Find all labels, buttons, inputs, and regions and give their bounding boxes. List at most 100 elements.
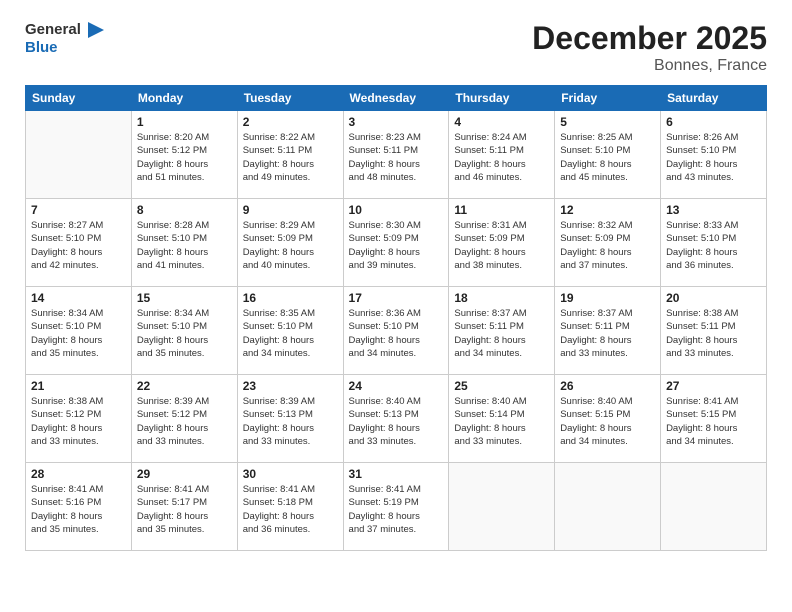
day-info: Sunrise: 8:33 AM Sunset: 5:10 PM Dayligh…: [666, 219, 761, 272]
calendar-cell: 24 Sunrise: 8:40 AM Sunset: 5:13 PM Dayli…: [343, 375, 449, 463]
day-info: Sunrise: 8:39 AM Sunset: 5:12 PM Dayligh…: [137, 395, 232, 448]
page: General Blue General Blue: [0, 0, 792, 612]
day-number: 29: [137, 467, 232, 481]
calendar-cell: 12 Sunrise: 8:32 AM Sunset: 5:09 PM Dayli…: [555, 199, 661, 287]
day-number: 30: [243, 467, 338, 481]
day-info: Sunrise: 8:24 AM Sunset: 5:11 PM Dayligh…: [454, 131, 549, 184]
day-of-week-header: Wednesday: [343, 86, 449, 111]
day-number: 6: [666, 115, 761, 129]
day-number: 13: [666, 203, 761, 217]
day-number: 3: [349, 115, 444, 129]
day-number: 10: [349, 203, 444, 217]
day-of-week-header: Monday: [131, 86, 237, 111]
calendar-cell: 7 Sunrise: 8:27 AM Sunset: 5:10 PM Daylig…: [26, 199, 132, 287]
calendar-week-row: 28 Sunrise: 8:41 AM Sunset: 5:16 PM Dayli…: [26, 463, 767, 551]
calendar-header: SundayMondayTuesdayWednesdayThursdayFrid…: [26, 86, 767, 111]
calendar-cell: [449, 463, 555, 551]
day-of-week-header: Sunday: [26, 86, 132, 111]
day-number: 23: [243, 379, 338, 393]
day-info: Sunrise: 8:31 AM Sunset: 5:09 PM Dayligh…: [454, 219, 549, 272]
day-number: 24: [349, 379, 444, 393]
calendar-cell: 3Sunrise: 8:23 AM Sunset: 5:11 PM Daylig…: [343, 111, 449, 199]
day-info: Sunrise: 8:32 AM Sunset: 5:09 PM Dayligh…: [560, 219, 655, 272]
calendar-cell: 18 Sunrise: 8:37 AM Sunset: 5:11 PM Dayli…: [449, 287, 555, 375]
day-number: 16: [243, 291, 338, 305]
calendar-cell: 27 Sunrise: 8:41 AM Sunset: 5:15 PM Dayli…: [661, 375, 767, 463]
day-info: Sunrise: 8:35 AM Sunset: 5:10 PM Dayligh…: [243, 307, 338, 360]
calendar-cell: 4 Sunrise: 8:24 AM Sunset: 5:11 PM Daylig…: [449, 111, 555, 199]
logo-blue: Blue: [25, 39, 81, 57]
day-info: Sunrise: 8:20 AM Sunset: 5:12 PM Dayligh…: [137, 131, 232, 184]
header: General Blue General Blue: [25, 20, 767, 75]
calendar-cell: 19Sunrise: 8:37 AM Sunset: 5:11 PM Dayli…: [555, 287, 661, 375]
day-info: Sunrise: 8:27 AM Sunset: 5:10 PM Dayligh…: [31, 219, 126, 272]
day-info: Sunrise: 8:38 AM Sunset: 5:12 PM Dayligh…: [31, 395, 126, 448]
day-of-week-header: Tuesday: [237, 86, 343, 111]
day-number: 20: [666, 291, 761, 305]
calendar-cell: 20 Sunrise: 8:38 AM Sunset: 5:11 PM Dayli…: [661, 287, 767, 375]
calendar-week-row: 7 Sunrise: 8:27 AM Sunset: 5:10 PM Daylig…: [26, 199, 767, 287]
day-number: 26: [560, 379, 655, 393]
day-info: Sunrise: 8:28 AM Sunset: 5:10 PM Dayligh…: [137, 219, 232, 272]
calendar-cell: 28 Sunrise: 8:41 AM Sunset: 5:16 PM Dayli…: [26, 463, 132, 551]
calendar-body: 1 Sunrise: 8:20 AM Sunset: 5:12 PM Daylig…: [26, 111, 767, 551]
day-info: Sunrise: 8:37 AM Sunset: 5:11 PM Dayligh…: [454, 307, 549, 360]
day-number: 28: [31, 467, 126, 481]
day-info: Sunrise: 8:41 AM Sunset: 5:18 PM Dayligh…: [243, 483, 338, 536]
calendar-cell: 13 Sunrise: 8:33 AM Sunset: 5:10 PM Dayli…: [661, 199, 767, 287]
header-row: SundayMondayTuesdayWednesdayThursdayFrid…: [26, 86, 767, 111]
calendar-cell: 5 Sunrise: 8:25 AM Sunset: 5:10 PM Daylig…: [555, 111, 661, 199]
day-number: 11: [454, 203, 549, 217]
day-number: 1: [137, 115, 232, 129]
day-number: 18: [454, 291, 549, 305]
day-number: 2: [243, 115, 338, 129]
calendar-cell: 21 Sunrise: 8:38 AM Sunset: 5:12 PM Dayli…: [26, 375, 132, 463]
day-info: Sunrise: 8:26 AM Sunset: 5:10 PM Dayligh…: [666, 131, 761, 184]
calendar-cell: [661, 463, 767, 551]
day-number: 4: [454, 115, 549, 129]
calendar-week-row: 21 Sunrise: 8:38 AM Sunset: 5:12 PM Dayli…: [26, 375, 767, 463]
calendar-cell: 25Sunrise: 8:40 AM Sunset: 5:14 PM Dayli…: [449, 375, 555, 463]
day-number: 17: [349, 291, 444, 305]
day-number: 19: [560, 291, 655, 305]
day-number: 25: [454, 379, 549, 393]
day-number: 22: [137, 379, 232, 393]
day-number: 12: [560, 203, 655, 217]
day-info: Sunrise: 8:41 AM Sunset: 5:16 PM Dayligh…: [31, 483, 126, 536]
calendar-cell: 14Sunrise: 8:34 AM Sunset: 5:10 PM Dayli…: [26, 287, 132, 375]
day-of-week-header: Saturday: [661, 86, 767, 111]
day-number: 31: [349, 467, 444, 481]
calendar-cell: 23 Sunrise: 8:39 AM Sunset: 5:13 PM Dayli…: [237, 375, 343, 463]
day-number: 27: [666, 379, 761, 393]
day-info: Sunrise: 8:30 AM Sunset: 5:09 PM Dayligh…: [349, 219, 444, 272]
logo-general: General: [25, 21, 81, 39]
calendar-cell: 31Sunrise: 8:41 AM Sunset: 5:19 PM Dayli…: [343, 463, 449, 551]
day-info: Sunrise: 8:41 AM Sunset: 5:15 PM Dayligh…: [666, 395, 761, 448]
day-of-week-header: Thursday: [449, 86, 555, 111]
day-number: 7: [31, 203, 126, 217]
day-number: 9: [243, 203, 338, 217]
day-info: Sunrise: 8:39 AM Sunset: 5:13 PM Dayligh…: [243, 395, 338, 448]
day-number: 21: [31, 379, 126, 393]
calendar-week-row: 14Sunrise: 8:34 AM Sunset: 5:10 PM Dayli…: [26, 287, 767, 375]
calendar-cell: 22 Sunrise: 8:39 AM Sunset: 5:12 PM Dayli…: [131, 375, 237, 463]
day-of-week-header: Friday: [555, 86, 661, 111]
page-title: December 2025: [532, 20, 767, 57]
calendar-week-row: 1 Sunrise: 8:20 AM Sunset: 5:12 PM Daylig…: [26, 111, 767, 199]
calendar-cell: 2Sunrise: 8:22 AM Sunset: 5:11 PM Daylig…: [237, 111, 343, 199]
logo: General Blue General Blue: [25, 20, 106, 57]
day-info: Sunrise: 8:40 AM Sunset: 5:13 PM Dayligh…: [349, 395, 444, 448]
day-info: Sunrise: 8:38 AM Sunset: 5:11 PM Dayligh…: [666, 307, 761, 360]
day-info: Sunrise: 8:25 AM Sunset: 5:10 PM Dayligh…: [560, 131, 655, 184]
title-block: December 2025 Bonnes, France: [532, 20, 767, 75]
calendar-cell: 17 Sunrise: 8:36 AM Sunset: 5:10 PM Dayli…: [343, 287, 449, 375]
calendar-cell: 11 Sunrise: 8:31 AM Sunset: 5:09 PM Dayli…: [449, 199, 555, 287]
calendar-cell: 8Sunrise: 8:28 AM Sunset: 5:10 PM Daylig…: [131, 199, 237, 287]
calendar-table: SundayMondayTuesdayWednesdayThursdayFrid…: [25, 85, 767, 551]
logo-text: General Blue General Blue: [25, 20, 106, 57]
logo-flag-icon: [84, 20, 106, 57]
day-info: Sunrise: 8:36 AM Sunset: 5:10 PM Dayligh…: [349, 307, 444, 360]
day-number: 5: [560, 115, 655, 129]
calendar-cell: [555, 463, 661, 551]
day-info: Sunrise: 8:40 AM Sunset: 5:15 PM Dayligh…: [560, 395, 655, 448]
